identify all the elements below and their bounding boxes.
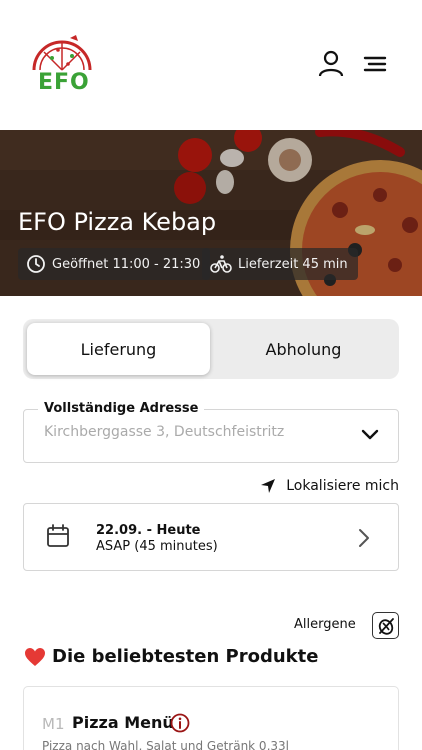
allergene-label: Allergene [294,617,356,632]
clock-icon [27,255,45,273]
delivery-time-chip: Lieferzeit 45 min [202,248,358,280]
schedule-date: 22.09. - Heute [96,523,201,538]
opening-hours-text: Geöffnet 11:00 - 21:30 [52,256,201,272]
opening-hours-chip: Geöffnet 11:00 - 21:30 [18,248,211,280]
heart-icon [25,647,45,666]
app-header: EFO [0,0,422,130]
calendar-icon [47,524,69,547]
chevron-right-icon [359,529,369,547]
delivery-schedule-card[interactable]: 22.09. - Heute ASAP (45 minutes) [23,503,399,571]
logo-text: EFO [38,70,90,95]
allergene-button[interactable] [372,612,399,639]
product-code: M1 [42,715,65,733]
delivery-time-text: Lieferzeit 45 min [238,256,348,272]
section-title: Die beliebtesten Produkte [52,646,319,667]
bicycle-icon [210,255,232,273]
pizza-logo-icon [32,35,92,71]
location-arrow-icon [261,479,276,493]
locate-me-label: Lokalisiere mich [286,478,399,494]
popular-products-header: Die beliebtesten Produkte [24,646,318,667]
allergen-icon [378,617,394,635]
locate-me-button[interactable]: Lokalisiere mich [260,478,399,494]
address-label: Vollständige Adresse [38,401,205,416]
product-card[interactable]: M1 Pizza Menü Pizza nach Wahl, Salat und… [23,686,399,750]
address-input[interactable] [44,424,344,440]
user-icon[interactable] [318,50,346,78]
address-field[interactable]: Vollständige Adresse [23,401,399,463]
restaurant-name: EFO Pizza Kebap [18,208,217,236]
chevron-down-icon[interactable] [360,428,380,442]
product-name: Pizza Menü [72,713,174,732]
hamburger-menu-icon[interactable] [363,50,391,78]
info-icon[interactable] [170,713,190,733]
order-mode-toggle: Lieferung Abholung [23,319,399,379]
tab-lieferung[interactable]: Lieferung [27,323,210,375]
tab-abholung[interactable]: Abholung [212,323,395,375]
efo-logo[interactable]: EFO [30,34,94,96]
schedule-time: ASAP (45 minutes) [96,539,218,554]
product-description: Pizza nach Wahl, Salat und Getränk 0,33l [42,739,289,750]
